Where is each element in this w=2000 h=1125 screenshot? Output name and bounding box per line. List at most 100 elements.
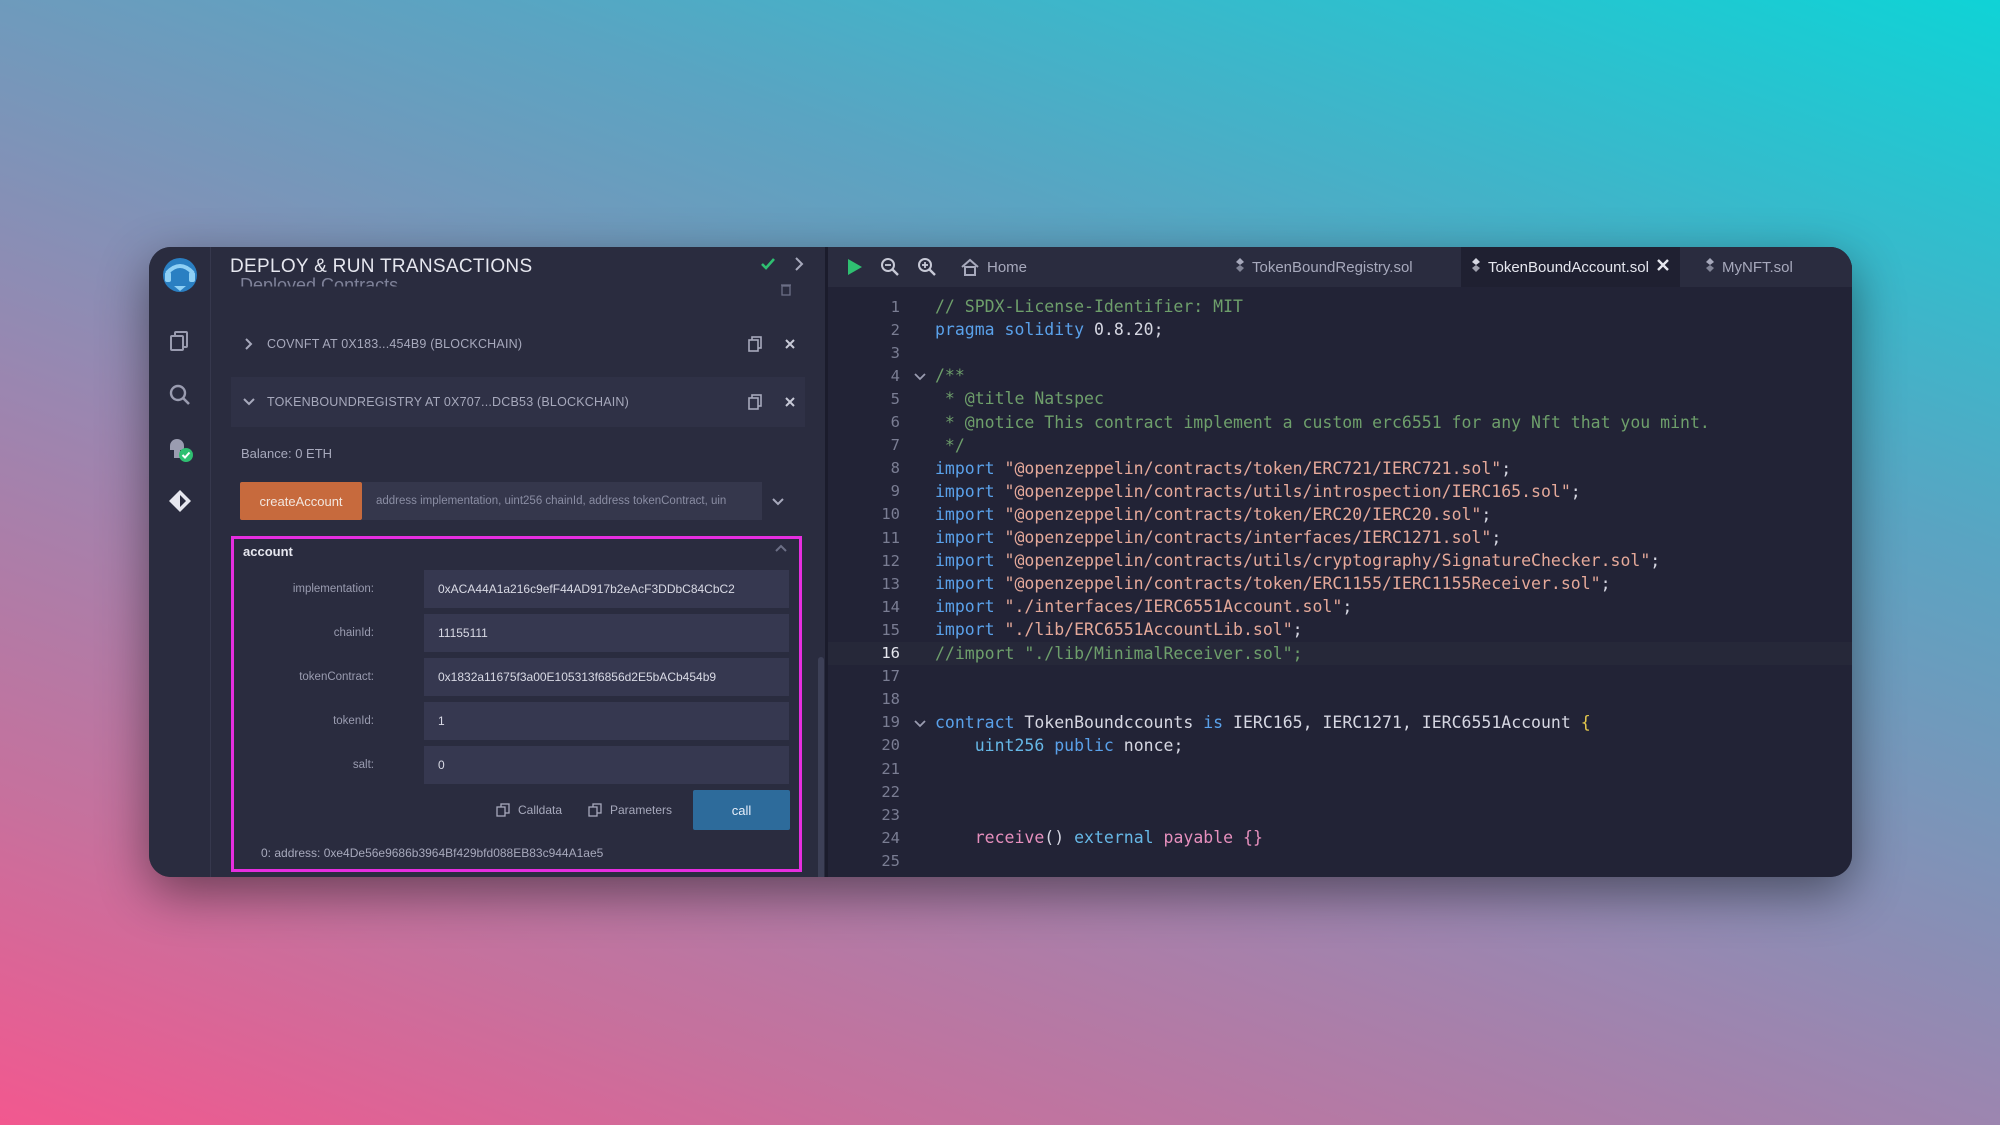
code-line[interactable]: 15 import "./lib/ERC6551AccountLib.sol"; <box>828 618 1852 641</box>
zoom-out-icon[interactable] <box>878 255 902 279</box>
code-line[interactable]: 10 import "@openzeppelin/contracts/token/… <box>828 503 1852 526</box>
implementation-label: implementation: <box>292 583 374 595</box>
code-line[interactable]: 4 /** <box>828 364 1852 387</box>
check-icon <box>759 255 777 277</box>
tab-label: TokenBoundRegistry.sol <box>1252 258 1413 276</box>
call-result: 0: address: 0xe4De56e9686b3964Bf429bfd08… <box>261 846 604 860</box>
code-text: import "./interfaces/IERC6551Account.sol… <box>935 597 1353 617</box>
line-number: 10 <box>881 505 900 524</box>
file-explorer-icon[interactable] <box>160 321 200 361</box>
code-line[interactable]: 26 function executeCall( <box>828 873 1852 878</box>
icon-sidebar <box>149 247 211 877</box>
calldata-label: Calldata <box>518 803 563 817</box>
trash-icon[interactable] <box>779 281 793 300</box>
token-contract-input[interactable]: 0x1832a11675f3a00E105313f6856d2E5bACb454… <box>424 658 789 696</box>
code-line[interactable]: 7 */ <box>828 434 1852 457</box>
fold-chevron-icon[interactable] <box>913 877 927 878</box>
solidity-file-icon <box>1235 257 1245 277</box>
tokenid-input[interactable]: 1 <box>424 702 789 740</box>
remix-logo-icon[interactable] <box>160 255 200 295</box>
code-area[interactable]: 1 // SPDX-License-Identifier: MIT 2 pragma … <box>828 287 1852 877</box>
code-text: /** <box>935 366 965 386</box>
panel-scrollbar[interactable] <box>818 657 824 877</box>
copy-icon[interactable] <box>735 393 775 411</box>
code-text: import "@openzeppelin/contracts/utils/in… <box>935 481 1581 501</box>
salt-input[interactable]: 0 <box>424 746 789 784</box>
account-function-form: account implementation: 0xACA44A1a216c9e… <box>231 536 802 872</box>
line-number: 19 <box>881 713 900 732</box>
tab-home[interactable]: Home <box>950 247 1037 287</box>
balance-text: Balance: 0 ETH <box>241 446 333 461</box>
chainid-input[interactable]: 11155111 <box>424 614 789 652</box>
line-number: 2 <box>890 320 900 339</box>
chevron-up-icon[interactable] <box>774 539 788 558</box>
code-line[interactable]: 16 //import "./lib/MinimalReceiver.sol"; <box>828 641 1852 665</box>
code-line[interactable]: 24 receive() external payable {} <box>828 826 1852 849</box>
code-text: import "@openzeppelin/contracts/interfac… <box>935 528 1502 547</box>
copy-icon[interactable] <box>735 335 775 353</box>
line-number: 14 <box>881 597 900 616</box>
close-icon[interactable] <box>775 396 805 408</box>
implementation-input[interactable]: 0xACA44A1a216c9efF44AD917b2eAcF3DDbC84Cb… <box>424 570 789 608</box>
search-icon[interactable] <box>160 375 200 415</box>
tab-mynft[interactable]: MyNFT.sol <box>1695 247 1803 287</box>
code-line[interactable]: 14 import "./interfaces/IERC6551Account.s… <box>828 595 1852 618</box>
parameters-option[interactable]: Parameters <box>588 803 672 817</box>
chevron-right-icon[interactable] <box>791 255 807 277</box>
line-number: 23 <box>881 805 900 824</box>
parameters-label: Parameters <box>610 803 673 817</box>
copy-icon <box>588 803 602 817</box>
code-line[interactable]: 21 <box>828 757 1852 780</box>
editor-tabbar: Home TokenBoundRegistry.sol TokenBoundAc… <box>828 247 1852 287</box>
code-line[interactable]: 17 <box>828 665 1852 688</box>
line-number: 18 <box>881 690 900 709</box>
create-account-button[interactable]: createAccount <box>240 482 362 520</box>
code-line[interactable]: 13 import "@openzeppelin/contracts/token/… <box>828 572 1852 595</box>
contract-name: TOKENBOUNDREGISTRY AT 0X707...DCB53 (BLO… <box>267 395 630 409</box>
code-line[interactable]: 5 * @title Natspec <box>828 387 1852 410</box>
code-line[interactable]: 23 <box>828 803 1852 826</box>
tab-tokenboundaccount[interactable]: TokenBoundAccount.sol <box>1461 247 1680 287</box>
run-icon[interactable] <box>842 255 866 279</box>
tab-label: TokenBoundAccount.sol <box>1488 258 1649 276</box>
code-line[interactable]: 25 <box>828 849 1852 872</box>
line-number: 6 <box>890 413 900 431</box>
tab-tokenboundregistry[interactable]: TokenBoundRegistry.sol <box>1225 247 1423 287</box>
code-text: import "@openzeppelin/contracts/utils/cr… <box>935 551 1661 571</box>
deployed-contract-row[interactable]: COVNFT AT 0X183...454B9 (BLOCKCHAIN) <box>231 319 805 369</box>
close-tab-icon[interactable] <box>1656 258 1670 276</box>
code-line[interactable]: 11 import "@openzeppelin/contracts/interf… <box>828 526 1852 549</box>
close-icon[interactable] <box>775 338 805 350</box>
code-line[interactable]: 20 uint256 public nonce; <box>828 734 1852 757</box>
code-line[interactable]: 6 * @notice This contract implement a cu… <box>828 411 1852 434</box>
chevron-down-icon[interactable] <box>231 396 267 408</box>
code-line[interactable]: 18 <box>828 688 1852 711</box>
chevron-down-icon[interactable] <box>771 493 785 512</box>
code-line[interactable]: 22 <box>828 780 1852 803</box>
fold-chevron-icon[interactable] <box>913 715 927 734</box>
deploy-run-panel: DEPLOY & RUN TRANSACTIONS Deployed Contr… <box>211 247 825 877</box>
copy-icon <box>496 803 510 817</box>
fold-chevron-icon[interactable] <box>913 368 927 387</box>
line-number: 11 <box>881 528 900 547</box>
call-button[interactable]: call <box>693 790 790 830</box>
code-line[interactable]: 3 <box>828 341 1852 364</box>
code-text: */ <box>935 435 965 455</box>
solidity-file-icon <box>1705 257 1715 277</box>
code-line[interactable]: 9 import "@openzeppelin/contracts/utils/i… <box>828 480 1852 503</box>
solidity-compiler-icon[interactable] <box>160 429 200 469</box>
calldata-option[interactable]: Calldata <box>496 803 562 817</box>
code-line[interactable]: 19 contract TokenBoundccounts is IERC165,… <box>828 711 1852 734</box>
code-line[interactable]: 1 // SPDX-License-Identifier: MIT <box>828 295 1852 318</box>
line-number: 24 <box>881 828 900 847</box>
deploy-run-icon[interactable] <box>160 481 200 521</box>
code-text: //import "./lib/MinimalReceiver.sol"; <box>935 643 1303 663</box>
deployed-contract-row[interactable]: TOKENBOUNDREGISTRY AT 0X707...DCB53 (BLO… <box>231 377 805 427</box>
function-args-input[interactable]: address implementation, uint256 chainId,… <box>362 482 762 520</box>
chevron-right-icon[interactable] <box>231 337 267 351</box>
code-line[interactable]: 2 pragma solidity 0.8.20; <box>828 318 1852 341</box>
code-line[interactable]: 8 import "@openzeppelin/contracts/token/E… <box>828 457 1852 480</box>
panel-title: DEPLOY & RUN TRANSACTIONS <box>230 256 533 277</box>
code-line[interactable]: 12 import "@openzeppelin/contracts/utils/… <box>828 549 1852 572</box>
zoom-in-icon[interactable] <box>915 255 939 279</box>
